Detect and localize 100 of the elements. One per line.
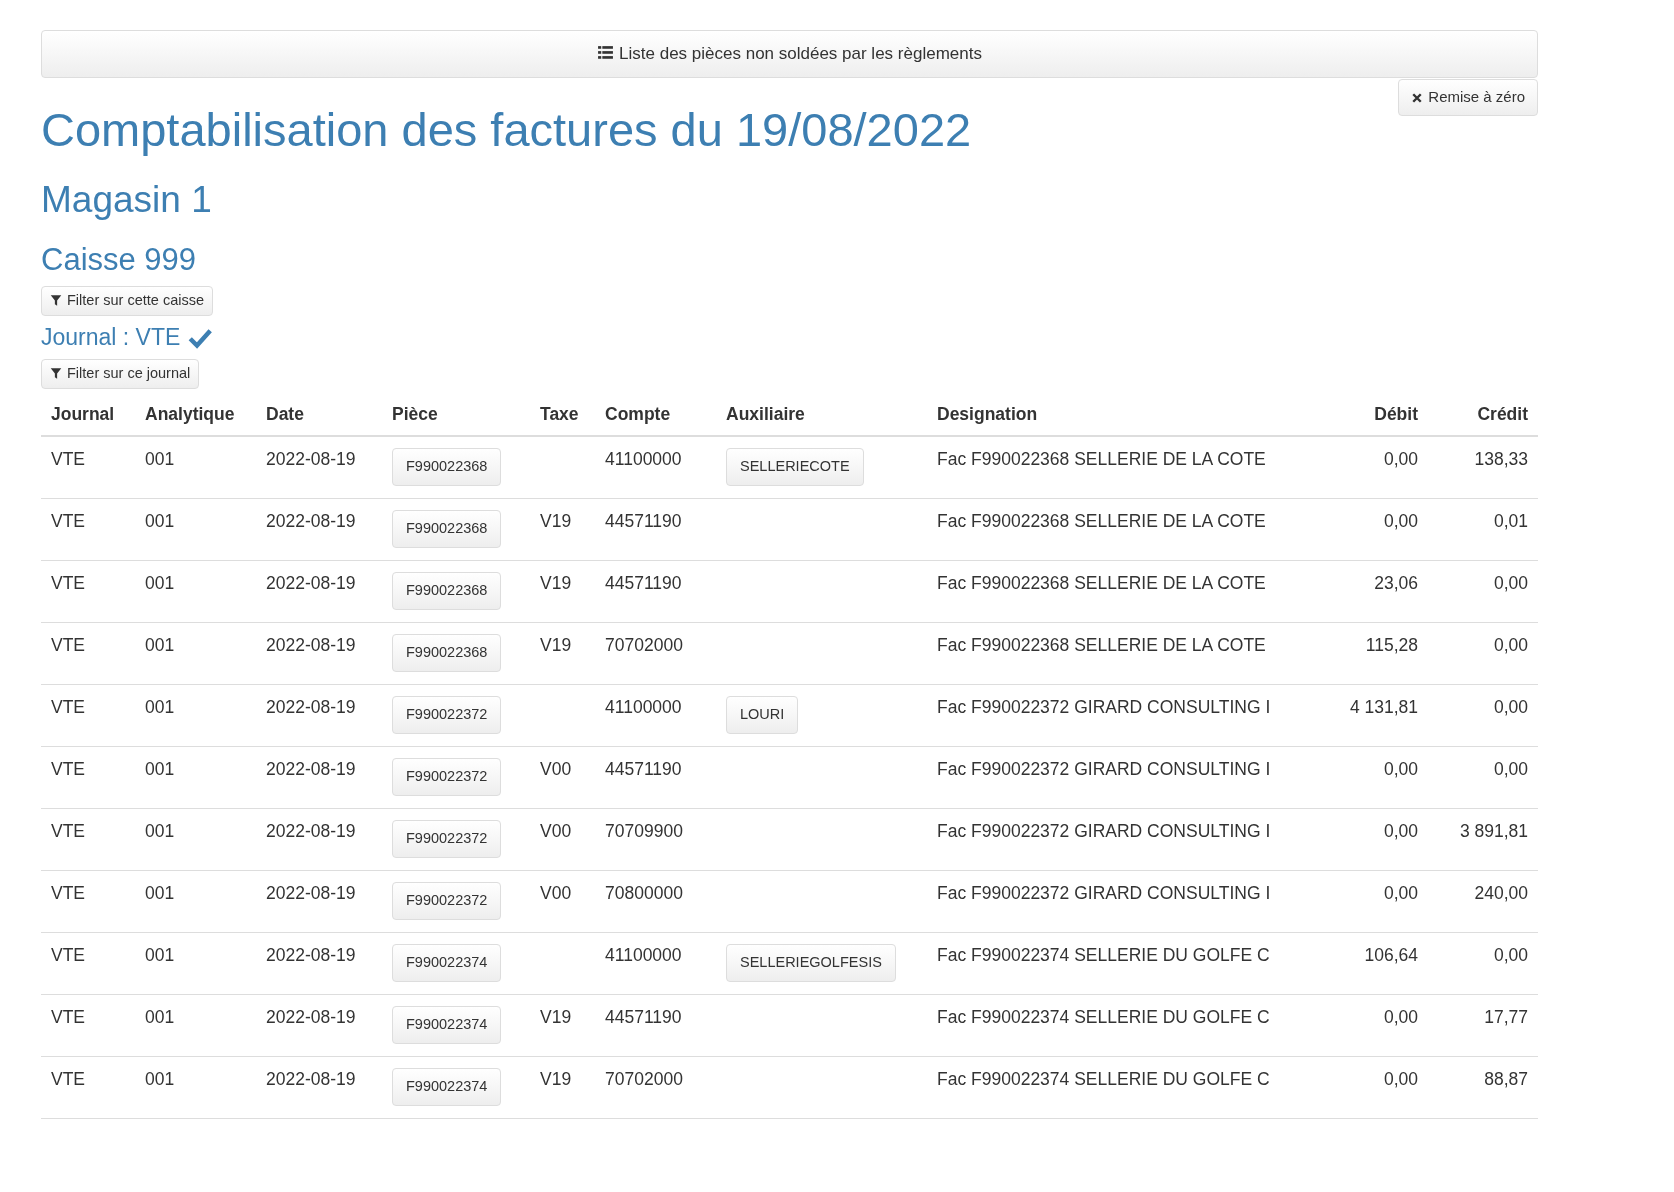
column-header: Taxe <box>530 393 595 437</box>
table-cell: 106,64 <box>1287 932 1428 995</box>
filter-icon <box>50 367 62 381</box>
table-cell: 0,00 <box>1287 746 1428 809</box>
column-header: Auxiliaire <box>716 393 927 437</box>
table-cell: 138,33 <box>1428 436 1538 499</box>
table-cell: 70702000 <box>595 622 716 685</box>
store-heading: Magasin 1 <box>41 178 213 223</box>
table-cell: VTE <box>41 746 135 809</box>
table-cell: 70702000 <box>595 1056 716 1119</box>
table-cell: 4 131,81 <box>1287 684 1428 747</box>
table-cell: VTE <box>41 932 135 995</box>
table-cell: 2022-08-19 <box>256 498 382 561</box>
table-cell: 2022-08-19 <box>256 932 382 995</box>
table-cell: VTE <box>41 560 135 623</box>
table-cell: VTE <box>41 436 135 499</box>
table-cell: 2022-08-19 <box>256 746 382 809</box>
table-cell: 001 <box>135 932 256 995</box>
filter-button[interactable]: Filter sur ce journal <box>41 359 200 390</box>
document-button[interactable]: F990022372 <box>392 881 502 920</box>
filter-button[interactable]: Filter sur cette caisse <box>41 285 213 316</box>
column-header: Débit <box>1287 393 1428 437</box>
table-cell: VTE <box>41 622 135 685</box>
table-cell: 2022-08-19 <box>256 622 382 685</box>
table-cell: Fac F990022372 GIRARD CONSULTING I <box>927 808 1287 871</box>
table-cell: Fac F990022368 SELLERIE DE LA COTE <box>927 622 1287 685</box>
table-cell: 0,00 <box>1287 1056 1428 1119</box>
table-cell: 2022-08-19 <box>256 870 382 933</box>
list-icon <box>597 44 615 62</box>
table-cell: 44571190 <box>595 994 716 1057</box>
account-button[interactable]: SELLERIEGOLFESIS <box>726 943 896 982</box>
table-cell: 2022-08-19 <box>256 808 382 871</box>
account-button[interactable]: LOURI <box>726 695 799 734</box>
document-button[interactable]: F990022372 <box>392 757 502 796</box>
table-cell: 2022-08-19 <box>256 560 382 623</box>
table-cell: Fac F990022368 SELLERIE DE LA COTE <box>927 560 1287 623</box>
document-button[interactable]: F990022368 <box>392 448 502 487</box>
table-cell: 240,00 <box>1428 870 1538 933</box>
table-cell: 3 891,81 <box>1428 808 1538 871</box>
list-button[interactable]: Liste des pièces non soldées par les règlements <box>41 30 1538 78</box>
table-cell: 001 <box>135 1056 256 1119</box>
table-cell: 001 <box>135 870 256 933</box>
table-cell: 0,00 <box>1287 870 1428 933</box>
page-title: Comptabilisation des factures du 19/08/2022 <box>41 102 972 158</box>
document-button[interactable]: F990022372 <box>392 695 502 734</box>
table-cell: 44571190 <box>595 746 716 809</box>
document-button[interactable]: F990022368 <box>392 633 502 672</box>
table-cell: 001 <box>135 498 256 561</box>
table-cell: Fac F990022372 GIRARD CONSULTING I <box>927 870 1287 933</box>
table-cell: 0,00 <box>1287 498 1428 561</box>
column-header: Crédit <box>1428 393 1538 437</box>
document-button[interactable]: F990022374 <box>392 1067 502 1106</box>
table-cell: V19 <box>530 994 595 1057</box>
table-cell: 001 <box>135 746 256 809</box>
document-button[interactable]: F990022374 <box>392 1005 502 1044</box>
table-cell: 0,00 <box>1287 808 1428 871</box>
table-cell: V00 <box>530 808 595 871</box>
table-cell: Fac F990022374 SELLERIE DU GOLFE C <box>927 994 1287 1057</box>
table-cell: 70800000 <box>595 870 716 933</box>
table-cell: V00 <box>530 746 595 809</box>
table-cell: 17,77 <box>1428 994 1538 1057</box>
table-cell: V19 <box>530 498 595 561</box>
table-cell: V19 <box>530 560 595 623</box>
document-button[interactable]: F990022368 <box>392 509 502 548</box>
table-cell: 70709900 <box>595 808 716 871</box>
table-cell: 001 <box>135 684 256 747</box>
table-cell: 2022-08-19 <box>256 994 382 1057</box>
table-cell: VTE <box>41 994 135 1057</box>
column-header: Designation <box>927 393 1287 437</box>
table-cell: VTE <box>41 1056 135 1119</box>
table-cell: 0,00 <box>1428 684 1538 747</box>
journal-heading: Journal : VTE <box>41 323 181 352</box>
table-cell: 41100000 <box>595 684 716 747</box>
table-cell: 115,28 <box>1287 622 1428 685</box>
table-cell: 44571190 <box>595 560 716 623</box>
filter-icon <box>50 293 62 307</box>
account-button[interactable]: SELLERIECOTE <box>726 448 864 487</box>
document-button[interactable]: F990022372 <box>392 819 502 858</box>
table-cell: V19 <box>530 622 595 685</box>
document-button[interactable]: F990022374 <box>392 943 502 982</box>
table-cell: Fac F990022374 SELLERIE DU GOLFE C <box>927 1056 1287 1119</box>
table-cell: VTE <box>41 808 135 871</box>
table-cell: 0,00 <box>1428 560 1538 623</box>
table-cell: 2022-08-19 <box>256 684 382 747</box>
table-cell: V19 <box>530 1056 595 1119</box>
table-cell: 2022-08-19 <box>256 436 382 499</box>
table-cell: 2022-08-19 <box>256 1056 382 1119</box>
table-cell: 88,87 <box>1428 1056 1538 1119</box>
table-cell: 0,00 <box>1428 932 1538 995</box>
table-cell: Fac F990022372 GIRARD CONSULTING I <box>927 684 1287 747</box>
table-cell: 001 <box>135 808 256 871</box>
table-cell: Fac F990022374 SELLERIE DU GOLFE C <box>927 932 1287 995</box>
document-button[interactable]: F990022368 <box>392 571 502 610</box>
column-header: Pièce <box>382 393 530 437</box>
table-cell: 0,00 <box>1287 436 1428 499</box>
reset-button[interactable]: Remise à zéro <box>1398 79 1538 116</box>
table-cell: 001 <box>135 622 256 685</box>
table-cell: 001 <box>135 560 256 623</box>
table-cell: VTE <box>41 870 135 933</box>
close-icon <box>1411 92 1424 104</box>
